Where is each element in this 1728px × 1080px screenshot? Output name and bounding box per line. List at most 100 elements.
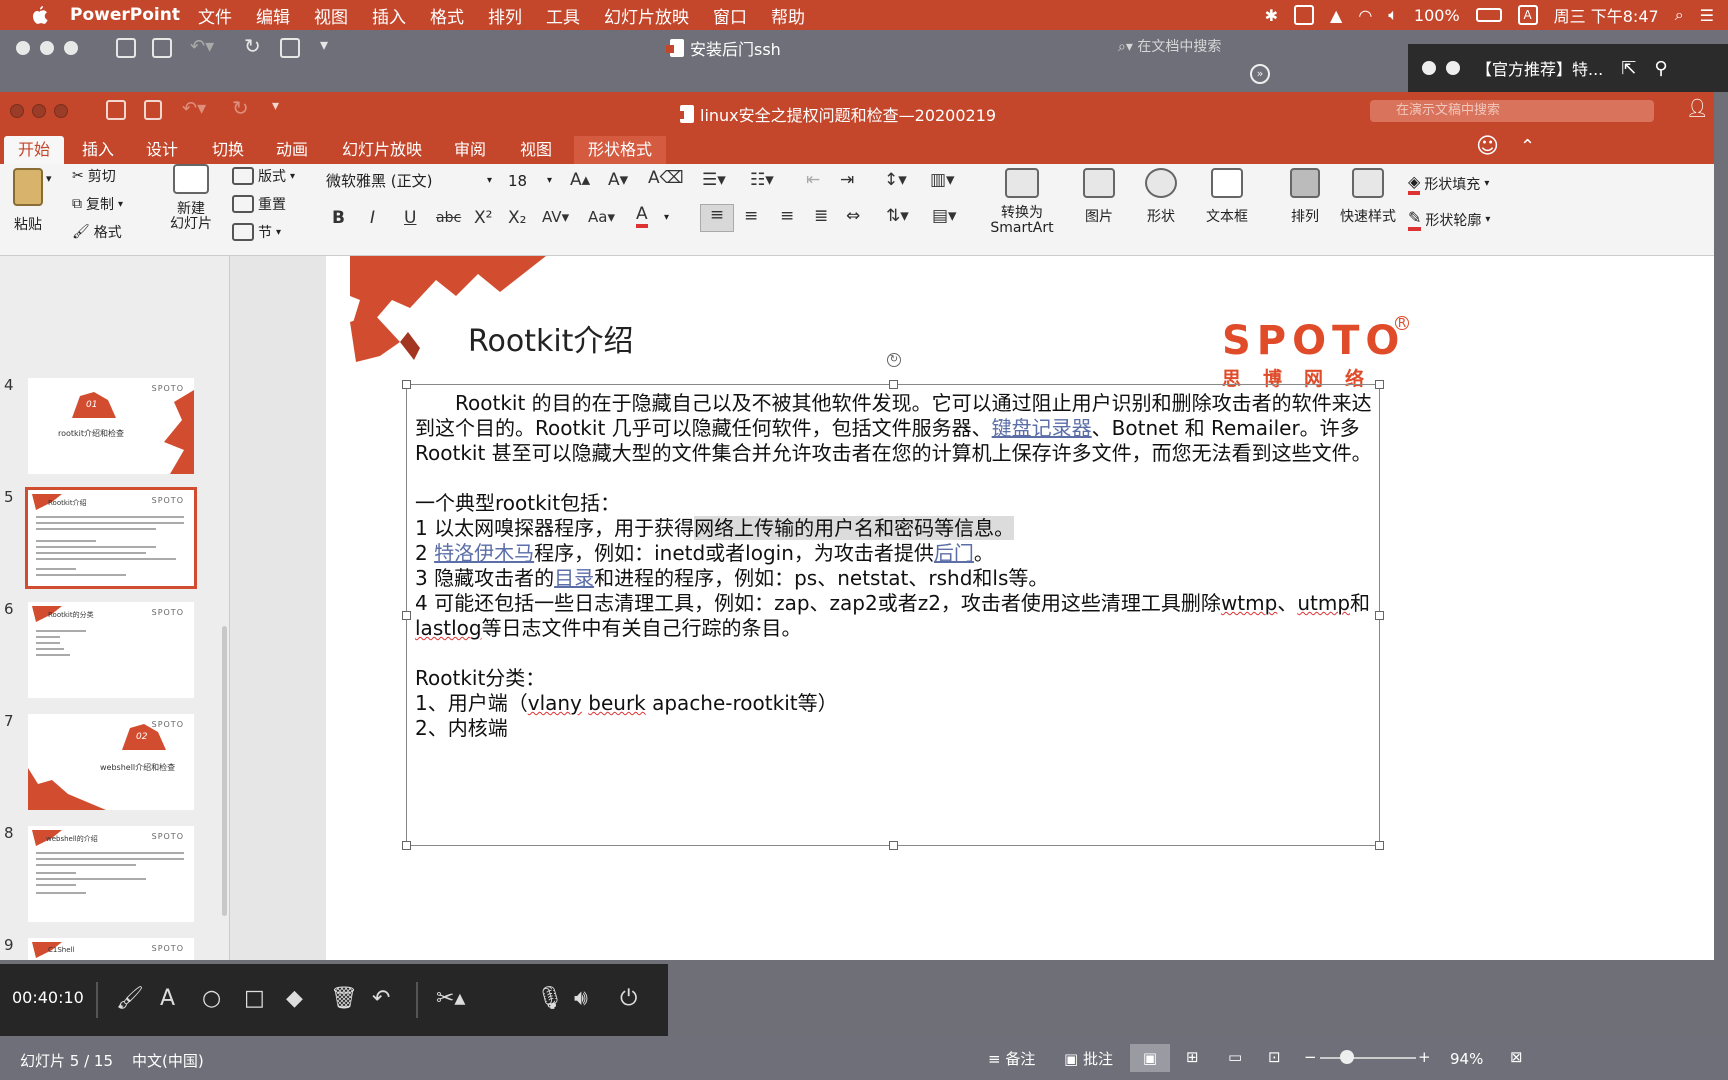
slideshow-view-icon[interactable]: ⊡	[1268, 1048, 1281, 1066]
numbering-icon[interactable]: ☷▾	[750, 170, 774, 190]
apple-icon[interactable]	[26, 1, 54, 29]
share-circle-icon[interactable]: »	[1250, 64, 1270, 84]
smiley-icon[interactable]: ☺	[1476, 134, 1499, 159]
menu-edit[interactable]: 编辑	[256, 3, 290, 28]
font-color-icon[interactable]: A	[636, 204, 648, 228]
reading-view-icon[interactable]: ▭	[1228, 1048, 1242, 1066]
chevron-down-icon[interactable]: ▾	[664, 212, 669, 223]
rotate-handle-icon[interactable]: ↻	[887, 353, 901, 367]
cut-button[interactable]: ✂ 剪切	[72, 166, 116, 186]
mountain-icon[interactable]: ▲	[1330, 6, 1342, 25]
brush-icon[interactable]: 🖌︎	[116, 986, 144, 1011]
recommend-text[interactable]: 【官方推荐】特...	[1476, 56, 1603, 80]
menu-window[interactable]: 窗口	[713, 3, 747, 28]
volume-icon[interactable]: 🔈︎	[1388, 5, 1398, 25]
trash-icon[interactable]: 🗑︎	[330, 986, 358, 1011]
slide-thumbnail-8[interactable]: webshell的介绍 SPOTO	[28, 826, 194, 922]
presentation-search[interactable]: 在演示文稿中搜索	[1370, 100, 1654, 122]
picture-button[interactable]: 图片	[1078, 168, 1120, 226]
align-text-icon[interactable]: ▤▾	[932, 206, 957, 226]
notes-button[interactable]: ≡ 备注	[988, 1048, 1035, 1069]
menu-file[interactable]: 文件	[198, 3, 232, 28]
zoom-out-icon[interactable]: −	[1304, 1048, 1317, 1066]
tab-transitions[interactable]: 切换	[198, 136, 258, 164]
undo-icon[interactable]: ↶▾	[190, 36, 214, 57]
input-method-icon[interactable]: A	[1517, 5, 1538, 25]
resize-handle[interactable]	[402, 611, 411, 620]
slide-thumbnail-5[interactable]: Rootkit介绍 SPOTO	[25, 487, 197, 589]
wifi-icon[interactable]: ◠	[1358, 6, 1372, 25]
paste-button[interactable]: 粘贴	[8, 168, 48, 234]
justify-icon[interactable]: ≣	[814, 206, 828, 226]
increase-indent-icon[interactable]: ⇥	[840, 170, 854, 190]
circle-tool-icon[interactable]: ○	[202, 986, 221, 1011]
bold-icon[interactable]: B	[332, 208, 345, 228]
battery-icon[interactable]	[1475, 8, 1502, 22]
slide-thumbnail-7[interactable]: SPOTO 02 webshell介绍和检查	[28, 714, 194, 810]
zoom-button[interactable]	[64, 41, 78, 55]
search-icon[interactable]: ⌕	[1675, 5, 1684, 25]
save-icon[interactable]	[144, 100, 162, 120]
keylogger-link[interactable]: 键盘记录器	[992, 416, 1092, 440]
clear-format-icon[interactable]: A⌫	[648, 168, 684, 188]
fit-slide-icon[interactable]: ⊠	[1510, 1048, 1523, 1066]
power-icon[interactable]: ⏻	[620, 986, 637, 1011]
resize-handle[interactable]	[889, 841, 898, 850]
align-left-icon[interactable]: ≡	[700, 204, 734, 232]
slide-thumbnail-4[interactable]: 01 rootkit介绍和检查 SPOTO	[28, 378, 194, 474]
menu-insert[interactable]: 插入	[372, 3, 406, 28]
columns-icon[interactable]: ▥▾	[930, 170, 955, 190]
app-name-menu[interactable]: PowerPoint	[70, 5, 180, 25]
tab-design[interactable]: 设计	[132, 136, 192, 164]
tab-shape-format[interactable]: 形状格式	[574, 136, 667, 164]
menu-view[interactable]: 视图	[314, 3, 348, 28]
slide-thumbnail-9[interactable]: C1Shell SPOTO	[28, 938, 194, 960]
tab-view[interactable]: 视图	[506, 136, 566, 164]
speaker-icon[interactable]: 🔊︎	[574, 986, 588, 1011]
distributed-icon[interactable]: ⇔	[846, 206, 860, 226]
change-case-icon[interactable]: Aa▾	[588, 208, 615, 226]
resize-handle[interactable]	[402, 380, 411, 389]
slide-thumbnail-6[interactable]: Rootkit的分类 SPOTO	[28, 602, 194, 698]
tab-slideshow[interactable]: 幻灯片放映	[328, 136, 436, 164]
slide-title[interactable]: Rootkit介绍	[468, 316, 633, 360]
format-painter-button[interactable]: 🖌︎ 格式	[72, 222, 122, 242]
redo-icon[interactable]: ↻	[244, 34, 261, 58]
control-center-icon[interactable]: ☰	[1700, 6, 1714, 25]
normal-view-icon[interactable]: ▣	[1130, 1044, 1170, 1072]
textbox-button[interactable]: 文本框	[1202, 168, 1252, 226]
backdoor-link[interactable]: 后门	[934, 541, 974, 565]
resize-handle[interactable]	[402, 841, 411, 850]
line-spacing-icon[interactable]: ↕▾	[884, 170, 907, 190]
minimize-button[interactable]	[32, 104, 46, 118]
shape-outline-button[interactable]: ✎ 形状轮廓 ▾	[1408, 208, 1490, 231]
section-button[interactable]: 节 ▾	[232, 222, 281, 242]
trojan-link[interactable]: 特洛伊木马	[434, 541, 534, 565]
content-textbox[interactable]: ↻ Rootkit 的目的在于隐藏自己以及不被其他软件发现。它可以通过阻止用户识…	[402, 353, 1384, 850]
menu-format[interactable]: 格式	[430, 3, 464, 28]
zoom-slider-thumb[interactable]	[1340, 1050, 1354, 1064]
close-button[interactable]	[16, 41, 30, 55]
clock[interactable]: 周三 下午8:47	[1554, 3, 1659, 27]
shape-fill-button[interactable]: ◈ 形状填充 ▾	[1408, 172, 1489, 195]
resize-handle[interactable]	[1375, 380, 1384, 389]
share-icon[interactable]: ⇱	[1621, 58, 1636, 79]
resize-handle[interactable]	[1375, 611, 1384, 620]
customize-toolbar-icon[interactable]: ▾	[320, 35, 328, 54]
rectangle-tool-icon[interactable]: □	[244, 986, 265, 1011]
menu-arrange[interactable]: 排列	[488, 3, 522, 28]
tab-insert[interactable]: 插入	[68, 136, 128, 164]
status-app-icon[interactable]: ✱	[1265, 6, 1278, 25]
paste-dropdown-icon[interactable]: ▾	[46, 172, 52, 185]
sidebar-icon[interactable]	[116, 38, 136, 58]
reset-button[interactable]: 重置	[232, 194, 286, 214]
sorter-view-icon[interactable]: ⊞	[1186, 1048, 1199, 1066]
copy-button[interactable]: ⧉ 复制 ▾	[72, 194, 123, 214]
document-search[interactable]: ⌕▾ 在文档中搜索	[1118, 36, 1221, 56]
customize-toolbar-icon[interactable]: ▾	[272, 98, 279, 114]
italic-icon[interactable]: I	[370, 208, 375, 228]
convert-smartart-button[interactable]: 转换为 SmartArt	[990, 168, 1054, 236]
directory-link[interactable]: 目录	[554, 566, 594, 590]
save-icon[interactable]	[152, 38, 172, 58]
arrange-button[interactable]: 排列	[1284, 168, 1326, 226]
